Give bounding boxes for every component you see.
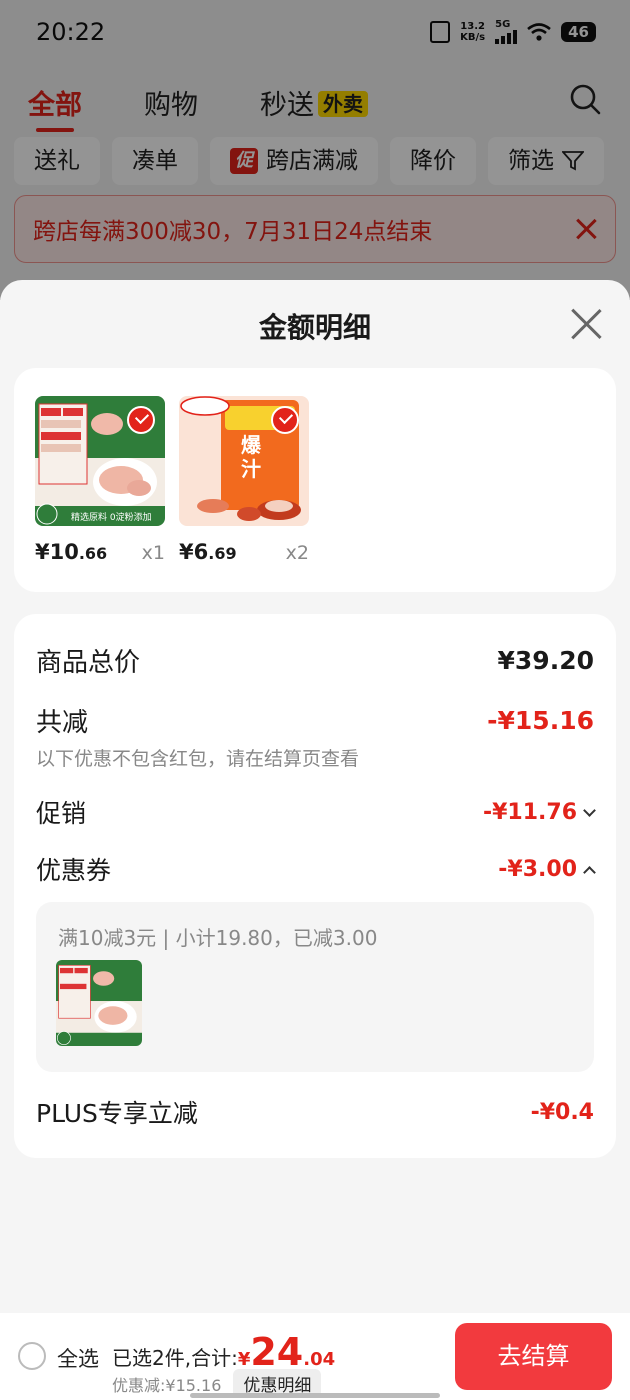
product-price-int: ¥6 xyxy=(179,540,209,564)
total-row: 商品总价 ¥39.20 xyxy=(36,642,594,679)
promo-label: 促销 xyxy=(36,799,87,828)
amount-detail-sheet: 金额明细 精选原料 0淀粉添加 ¥10.66 x1 爆 汁 ¥6.69 x2 商… xyxy=(0,280,630,1313)
product-price: ¥6.69 xyxy=(179,540,237,564)
product-price: ¥10.66 xyxy=(35,540,107,564)
select-all-radio[interactable] xyxy=(18,1342,46,1370)
total-label: 商品总价 xyxy=(36,648,141,678)
checkout-button[interactable]: 去结算 xyxy=(455,1323,612,1390)
total-dec: .04 xyxy=(303,1349,336,1370)
coupon-value-wrap: -¥3.00 xyxy=(498,856,596,882)
total-value: ¥39.20 xyxy=(497,646,594,675)
product-image: 爆 汁 xyxy=(179,396,309,526)
discount-hint: 以下优惠不包含红包，请在结算页查看 xyxy=(36,748,360,770)
chevron-down-icon xyxy=(583,803,596,817)
product-qty: x1 xyxy=(141,542,165,564)
product-qty: x2 xyxy=(285,542,309,564)
price-detail-card: 商品总价 ¥39.20 共减 -¥15.16 以下优惠不包含红包，请在结算页查看… xyxy=(14,614,616,1158)
selected-check-icon[interactable] xyxy=(271,406,299,434)
coupon-detail-box: 满10减3元 | 小计19.80，已减3.00 xyxy=(36,902,594,1072)
promo-value-wrap: -¥11.76 xyxy=(482,799,596,825)
close-icon[interactable] xyxy=(570,308,602,340)
select-all-label[interactable]: 全选 xyxy=(57,1343,99,1373)
plus-value: -¥0.4 xyxy=(530,1099,594,1125)
reduce-value: -¥15.16 xyxy=(487,706,594,735)
chevron-up-icon xyxy=(583,865,596,879)
selected-check-icon[interactable] xyxy=(127,406,155,434)
total-summary: 已选2件,合计: ¥ 24 .04 xyxy=(112,1330,336,1374)
svg-text:爆: 爆 xyxy=(241,433,262,457)
selected-count-text: 已选2件,合计: xyxy=(112,1346,238,1370)
promo-row[interactable]: 促销 -¥11.76 xyxy=(36,794,596,830)
product-price-int: ¥10 xyxy=(35,540,79,564)
discount-text: 优惠减:¥15.16 xyxy=(112,1375,222,1395)
promo-value: -¥11.76 xyxy=(482,799,577,825)
coupon-label: 优惠券 xyxy=(36,856,112,885)
svg-text:汁: 汁 xyxy=(241,457,261,481)
plus-row: PLUS专享立减 -¥0.4 xyxy=(36,1094,594,1130)
product-item[interactable]: 精选原料 0淀粉添加 ¥10.66 x1 xyxy=(35,396,165,564)
svg-text:精选原料 0淀粉添加: 精选原料 0淀粉添加 xyxy=(71,511,152,523)
dim-overlay[interactable] xyxy=(0,0,630,300)
checkout-bar: 全选 已选2件,合计: ¥ 24 .04 优惠减:¥15.16 优惠明细 去结算 xyxy=(0,1313,630,1400)
coupon-product-image xyxy=(56,960,142,1046)
product-list-card: 精选原料 0淀粉添加 ¥10.66 x1 爆 汁 ¥6.69 x2 xyxy=(14,368,616,592)
product-image: 精选原料 0淀粉添加 xyxy=(35,396,165,526)
product-price-dec: .69 xyxy=(208,544,237,563)
coupon-desc: 满10减3元 | 小计19.80，已减3.00 xyxy=(58,926,378,950)
reduce-row: 共减 -¥15.16 xyxy=(36,702,594,739)
coupon-row[interactable]: 优惠券 -¥3.00 xyxy=(36,851,596,887)
total-int: 24 xyxy=(250,1330,304,1374)
home-indicator[interactable] xyxy=(190,1393,440,1398)
total-yen: ¥ xyxy=(237,1349,251,1370)
product-item[interactable]: 爆 汁 ¥6.69 x2 xyxy=(179,396,309,564)
plus-label: PLUS专享立减 xyxy=(36,1099,198,1128)
sheet-title: 金额明细 xyxy=(258,311,371,344)
reduce-label: 共减 xyxy=(36,708,89,738)
product-price-dec: .66 xyxy=(78,544,108,563)
coupon-value: -¥3.00 xyxy=(498,856,577,882)
